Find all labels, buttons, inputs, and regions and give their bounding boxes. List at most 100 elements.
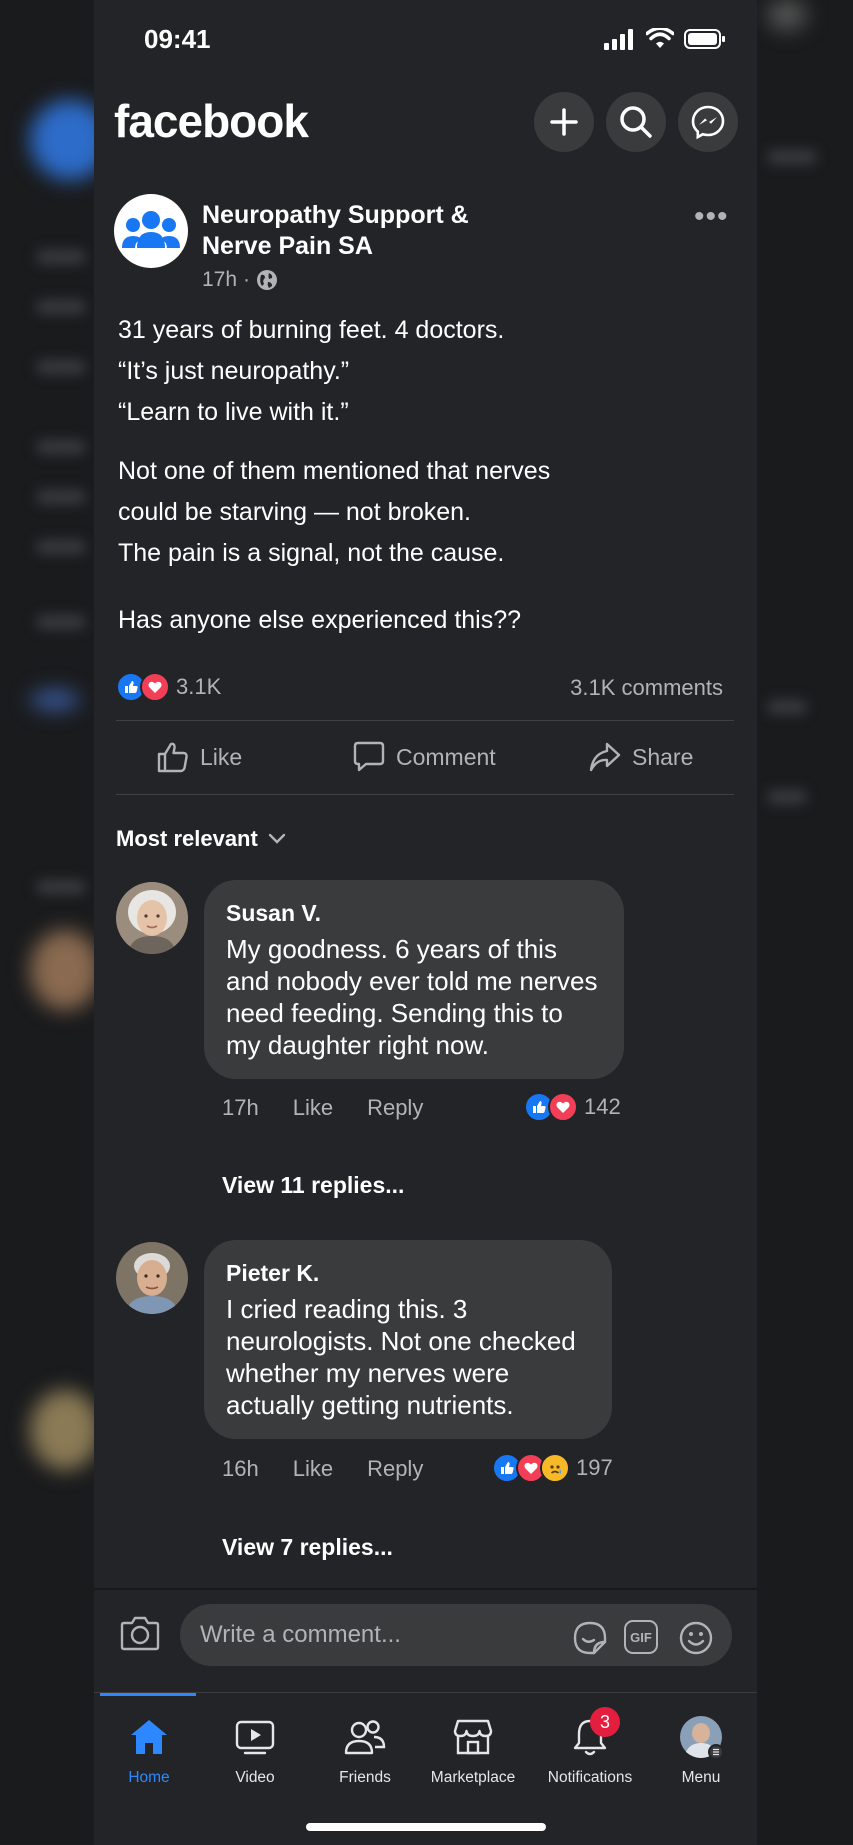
- comment-reply-button[interactable]: Reply: [367, 1456, 423, 1482]
- group-avatar[interactable]: [114, 194, 188, 268]
- phone-screen: 09:41 facebook Neuropathy Support & Nerv…: [94, 0, 757, 1845]
- post-reactions[interactable]: 3.1K: [116, 672, 221, 702]
- post-body: 31 years of burning feet. 4 doctors. “It…: [118, 310, 718, 659]
- reaction-count: 3.1K: [176, 674, 222, 699]
- divider: [116, 720, 734, 721]
- battery-icon: [684, 29, 725, 49]
- post-line: Has anyone else experienced this??: [118, 606, 522, 634]
- tab-notifications[interactable]: 3 Notifications: [530, 1707, 650, 1787]
- comment-text: I cried reading this. 3 neurologists. No…: [226, 1294, 576, 1420]
- search-icon: [620, 106, 652, 138]
- profile-avatar: [680, 1716, 724, 1760]
- like-label: Like: [200, 743, 243, 770]
- comment-reaction-count: 197: [576, 1455, 613, 1480]
- bottom-tab-bar: Home Video Friends Marketplace 3 Notific…: [94, 1692, 757, 1845]
- comment-text: My goodness. 6 years of this and nobody …: [226, 934, 598, 1060]
- comments-count[interactable]: 3.1K comments: [570, 675, 723, 701]
- comment-reply-button[interactable]: Reply: [367, 1095, 423, 1121]
- plus-icon: [550, 108, 578, 136]
- group-icon: [122, 211, 180, 248]
- tab-home[interactable]: Home: [94, 1715, 204, 1787]
- commenter-avatar[interactable]: [116, 882, 188, 954]
- signal-icon: [604, 29, 633, 50]
- post-line: 31 years of burning feet. 4 doctors.: [118, 316, 505, 344]
- background-left: [0, 0, 94, 1844]
- emoji-icon: [679, 1621, 713, 1655]
- chevron-down-icon: [268, 833, 286, 844]
- create-button[interactable]: [534, 92, 594, 152]
- marketplace-icon: [453, 1719, 493, 1755]
- commenter-avatar[interactable]: [116, 1242, 188, 1314]
- home-icon: [131, 1720, 167, 1754]
- comment-time: 17h: [222, 1095, 259, 1120]
- comment-reactions[interactable]: 197: [492, 1453, 613, 1483]
- tab-friends-label: Friends: [339, 1769, 391, 1786]
- gif-button[interactable]: GIF: [624, 1620, 658, 1654]
- post-line: Not one of them mentioned that nerves: [118, 457, 551, 485]
- view-replies-link[interactable]: View 11 replies...: [222, 1172, 404, 1199]
- comment-button[interactable]: Comment: [352, 740, 496, 774]
- tab-friends[interactable]: Friends: [310, 1715, 420, 1787]
- tab-marketplace-label: Marketplace: [430, 1769, 516, 1786]
- group-name[interactable]: Neuropathy Support & Nerve Pain SA: [202, 200, 542, 262]
- camera-icon: [120, 1616, 160, 1651]
- meta-separator: ·: [243, 268, 251, 291]
- post-options-button[interactable]: •••: [694, 200, 729, 234]
- comment-reaction-count: 142: [584, 1094, 621, 1119]
- sticker-icon: [573, 1621, 607, 1655]
- share-button[interactable]: Share: [588, 740, 693, 774]
- post-line: could be starving — not broken.: [118, 498, 471, 526]
- divider: [116, 794, 734, 795]
- post-line: “Learn to live with it.”: [118, 398, 349, 426]
- search-button[interactable]: [606, 92, 666, 152]
- globe-icon: [257, 270, 278, 290]
- comment-bubble[interactable]: Susan V. My goodness. 6 years of this an…: [204, 880, 624, 1079]
- emoji-button[interactable]: [678, 1620, 714, 1661]
- sticker-button[interactable]: [572, 1620, 608, 1661]
- active-tab-indicator: [100, 1693, 196, 1696]
- sad-reaction-icon: [540, 1453, 570, 1483]
- status-time: 09:41: [144, 24, 211, 54]
- facebook-logo[interactable]: facebook: [114, 94, 309, 148]
- love-reaction-icon: [140, 672, 170, 702]
- comment-reactions[interactable]: 142: [524, 1092, 621, 1122]
- comment-like-button[interactable]: Like: [293, 1456, 333, 1482]
- status-icons: [604, 28, 726, 50]
- post-line: The pain is a signal, not the cause.: [118, 539, 505, 567]
- comment-author[interactable]: Pieter K.: [226, 1260, 590, 1287]
- tab-menu-label: Menu: [681, 1769, 721, 1786]
- comment-bubble[interactable]: Pieter K. I cried reading this. 3 neurol…: [204, 1240, 612, 1439]
- home-indicator: [306, 1823, 546, 1831]
- video-icon: [235, 1720, 275, 1755]
- love-reaction-icon: [548, 1092, 578, 1122]
- share-icon: [589, 742, 621, 772]
- post-paragraph: Has anyone else experienced this??: [118, 600, 718, 641]
- comment-label: Comment: [396, 743, 496, 770]
- sort-label: Most relevant: [116, 826, 258, 851]
- tab-menu[interactable]: Menu: [646, 1715, 756, 1787]
- tab-video[interactable]: Video: [200, 1715, 310, 1787]
- post-meta: 17h ·: [202, 268, 278, 292]
- wifi-icon: [646, 28, 674, 48]
- comment-icon: [353, 741, 385, 772]
- comment-time: 16h: [222, 1456, 259, 1481]
- messenger-icon: [691, 105, 725, 140]
- comment-author[interactable]: Susan V.: [226, 900, 602, 927]
- comment-composer: GIF: [94, 1588, 757, 1686]
- comment-actions: 17h Like Reply: [222, 1095, 423, 1121]
- tab-marketplace[interactable]: Marketplace: [408, 1715, 538, 1787]
- post-time[interactable]: 17h: [202, 268, 237, 292]
- notification-badge: 3: [590, 1707, 620, 1737]
- post-paragraph: 31 years of burning feet. 4 doctors. “It…: [118, 310, 718, 433]
- messenger-button[interactable]: [678, 92, 738, 152]
- view-replies-link[interactable]: View 7 replies...: [222, 1534, 393, 1561]
- comment-sort-dropdown[interactable]: Most relevant: [116, 826, 286, 852]
- background-right: [757, 0, 853, 1844]
- tab-home-label: Home: [128, 1769, 170, 1786]
- tab-notifications-label: Notifications: [547, 1769, 633, 1786]
- comment-like-button[interactable]: Like: [293, 1095, 333, 1121]
- friends-icon: [344, 1720, 386, 1755]
- camera-button[interactable]: [120, 1614, 160, 1657]
- post-line: “It’s just neuropathy.”: [118, 357, 350, 385]
- like-button[interactable]: Like: [156, 740, 242, 774]
